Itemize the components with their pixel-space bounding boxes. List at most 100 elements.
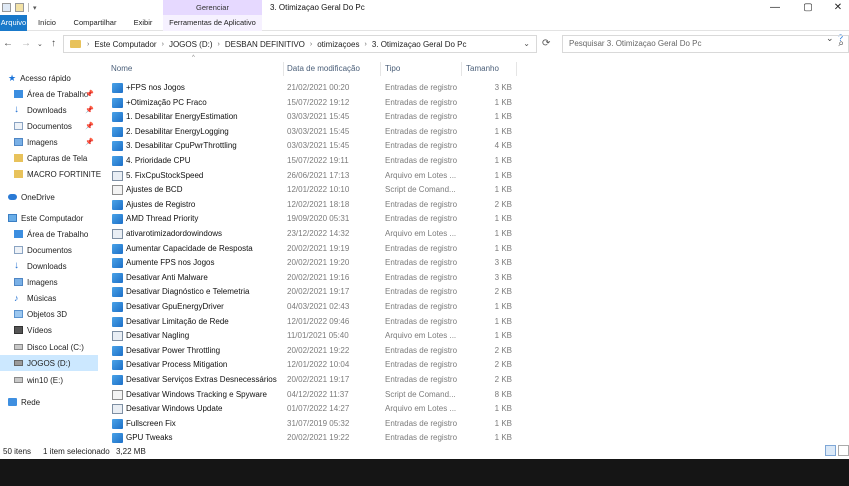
file-type: Script de Comand...	[385, 185, 456, 195]
chevron-down-icon[interactable]: ⌄	[523, 39, 530, 48]
chevron-right-icon[interactable]: ›	[87, 41, 89, 48]
column-header-type[interactable]: Tipo	[385, 62, 460, 76]
back-arrow-icon[interactable]: ←	[3, 38, 13, 49]
forward-arrow-icon[interactable]: →	[21, 38, 31, 49]
breadcrumb-this-pc[interactable]: Este Computador	[94, 40, 156, 49]
nav-pc-3d-objects[interactable]: Objetos 3D	[0, 306, 98, 322]
file-size: 1 KB	[494, 112, 512, 122]
minimize-button[interactable]: —	[760, 0, 790, 15]
breadcrumb-otimizacoes[interactable]: otimizaçoes	[317, 40, 359, 49]
file-row[interactable]: Aumentar Capacidade de Resposta 20/02/202…	[110, 242, 517, 257]
reg-icon	[112, 418, 123, 429]
file-row[interactable]: Desativar Nagling 11/01/2021 05:40 Arquivo…	[110, 329, 517, 344]
file-row[interactable]: 4. Prioridade CPU 15/07/2022 19:11 Entrada…	[110, 154, 517, 169]
close-button[interactable]: ✕	[823, 0, 849, 15]
file-row[interactable]: Desativar Process Mitigation 12/01/2022 1…	[110, 358, 517, 373]
maximize-button[interactable]: ▢	[793, 0, 823, 15]
up-arrow-icon[interactable]: ↑	[51, 38, 56, 49]
chevron-right-icon[interactable]: ›	[310, 41, 312, 48]
file-row[interactable]: 1. Desabilitar EnergyEstimation 03/03/202…	[110, 110, 517, 125]
tab-share[interactable]: Compartilhar	[70, 15, 120, 31]
file-row[interactable]: Desativar Diagnóstico e Telemetria 20/02/…	[110, 285, 517, 300]
file-date: 31/07/2019 05:32	[287, 418, 350, 428]
nav-pc-desktop[interactable]: Área de Trabalho	[0, 226, 98, 242]
chevron-right-icon[interactable]: ›	[364, 41, 366, 48]
nav-onedrive[interactable]: OneDrive	[0, 189, 98, 205]
nav-pc-music[interactable]: ♪ Músicas	[0, 290, 98, 306]
tab-home[interactable]: Início	[32, 15, 62, 31]
batch-icon	[112, 404, 123, 415]
nav-pc-drive-d[interactable]: JOGOS (D:)	[0, 355, 98, 371]
pin-icon: 📌	[85, 123, 94, 130]
customize-toolbar-icon[interactable]: ▾	[33, 4, 37, 12]
tab-file[interactable]: Arquivo	[0, 15, 27, 31]
details-view-icon[interactable]	[825, 445, 836, 456]
file-row[interactable]: Aumente FPS nos Jogos 20/02/2021 19:20 Ent…	[110, 256, 517, 271]
file-row[interactable]: Desativar Windows Tracking e Spyware 04/1…	[110, 388, 517, 403]
file-row[interactable]: Desativar Power Throttling 20/02/2021 19:…	[110, 344, 517, 359]
nav-label: OneDrive	[21, 192, 55, 202]
nav-quick-documents[interactable]: Documentos 📌	[0, 118, 98, 134]
file-name: Aumente FPS nos Jogos	[126, 258, 215, 268]
new-folder-icon[interactable]	[15, 3, 24, 12]
breadcrumb-drive-d[interactable]: JOGOS (D:)	[169, 40, 213, 49]
column-divider[interactable]	[380, 62, 381, 76]
nav-quick-access[interactable]: ★ Acesso rápido	[0, 70, 98, 86]
nav-pc-videos[interactable]: Vídeos	[0, 322, 98, 338]
file-row[interactable]: Desativar Limitação de Rede 12/01/2022 09…	[110, 315, 517, 330]
file-size: 1 KB	[494, 331, 512, 341]
nav-pc-downloads[interactable]: ↓ Downloads	[0, 258, 98, 274]
nav-quick-screenshots[interactable]: Capturas de Tela	[0, 150, 98, 166]
column-header-name[interactable]: Nome	[111, 62, 283, 76]
properties-icon[interactable]	[2, 3, 11, 12]
file-row[interactable]: 2. Desabilitar EnergyLogging 03/03/2021 1…	[110, 125, 517, 140]
address-bar[interactable]: › Este Computador › JOGOS (D:) › DESBAN …	[63, 35, 537, 53]
video-icon	[14, 326, 23, 334]
chevron-right-icon[interactable]: ›	[218, 41, 220, 48]
nav-label: MACRO FORTINITE	[27, 169, 102, 179]
search-input[interactable]: Pesquisar 3. Otimizaçao Geral Do Pc ⌕	[562, 35, 849, 53]
chevron-right-icon[interactable]: ›	[162, 41, 164, 48]
file-row[interactable]: Ajustes de Registro 12/02/2021 18:18 Entra…	[110, 198, 517, 213]
file-name: Ajustes de BCD	[126, 185, 183, 195]
nav-pc-drive-e[interactable]: win10 (E:)	[0, 372, 98, 388]
file-row[interactable]: +FPS nos Jogos 21/02/2021 00:20 Entradas d…	[110, 81, 517, 96]
reg-icon	[112, 272, 123, 283]
column-divider[interactable]	[516, 62, 517, 76]
breadcrumb-desban[interactable]: DESBAN DEFINITIVO	[225, 40, 305, 49]
column-divider[interactable]	[283, 62, 284, 76]
search-icon[interactable]: ⌕	[838, 36, 844, 52]
title-bar: ▾ Gerenciar 3. Otimizaçao Geral Do Pc — …	[0, 0, 849, 15]
nav-quick-desktop[interactable]: Área de Trabalho 📌	[0, 86, 98, 102]
file-row[interactable]: Desativar Anti Malware 20/02/2021 19:16 En…	[110, 271, 517, 286]
file-row[interactable]: Fullscreen Fix 31/07/2019 05:32 Entradas d…	[110, 417, 517, 432]
nav-pc-documents[interactable]: Documentos	[0, 242, 98, 258]
nav-quick-pictures[interactable]: Imagens 📌	[0, 134, 98, 150]
file-row[interactable]: 3. Desabilitar CpuPwrThrottling 03/03/202…	[110, 139, 517, 154]
column-header-size[interactable]: Tamanho	[466, 62, 516, 76]
file-row[interactable]: Desativar Serviços Extras Desnecessários…	[110, 373, 517, 388]
file-row[interactable]: Desativar Windows Update 01/07/2022 14:27…	[110, 402, 517, 417]
large-icons-view-icon[interactable]	[838, 445, 849, 456]
file-row[interactable]: AMD Thread Priority 19/09/2020 05:31 Entra…	[110, 212, 517, 227]
file-row[interactable]: Ajustes de BCD 12/01/2022 10:10 Script de …	[110, 183, 517, 198]
column-divider[interactable]	[461, 62, 462, 76]
breadcrumb-current[interactable]: 3. Otimizaçao Geral Do Pc	[372, 40, 467, 49]
refresh-icon[interactable]: ⟳	[542, 38, 550, 49]
nav-quick-macro[interactable]: MACRO FORTINITE	[0, 166, 102, 182]
file-row[interactable]: 5. FixCpuStockSpeed 26/06/2021 17:13 Arqui…	[110, 169, 517, 184]
tab-application-tools[interactable]: Ferramentas de Aplicativo	[163, 15, 262, 31]
column-header-date[interactable]: Data de modificação	[287, 62, 379, 76]
file-size: 3 KB	[494, 258, 512, 268]
file-row[interactable]: Desativar GpuEnergyDriver 04/03/2021 02:4…	[110, 300, 517, 315]
tab-view[interactable]: Exibir	[128, 15, 158, 31]
file-row[interactable]: +Otimização PC Fraco 15/07/2022 19:12 Entr…	[110, 96, 517, 111]
nav-network[interactable]: Rede	[0, 394, 98, 410]
nav-this-pc[interactable]: Este Computador	[0, 210, 98, 226]
nav-pc-drive-c[interactable]: Disco Local (C:)	[0, 339, 98, 355]
nav-pc-pictures[interactable]: Imagens	[0, 274, 98, 290]
recent-locations-icon[interactable]: ⌄	[37, 40, 43, 48]
file-row[interactable]: ativarotimizadordowindows 23/12/2022 14:3…	[110, 227, 517, 242]
file-size: 2 KB	[494, 345, 512, 355]
nav-quick-downloads[interactable]: ↓ Downloads 📌	[0, 102, 98, 118]
